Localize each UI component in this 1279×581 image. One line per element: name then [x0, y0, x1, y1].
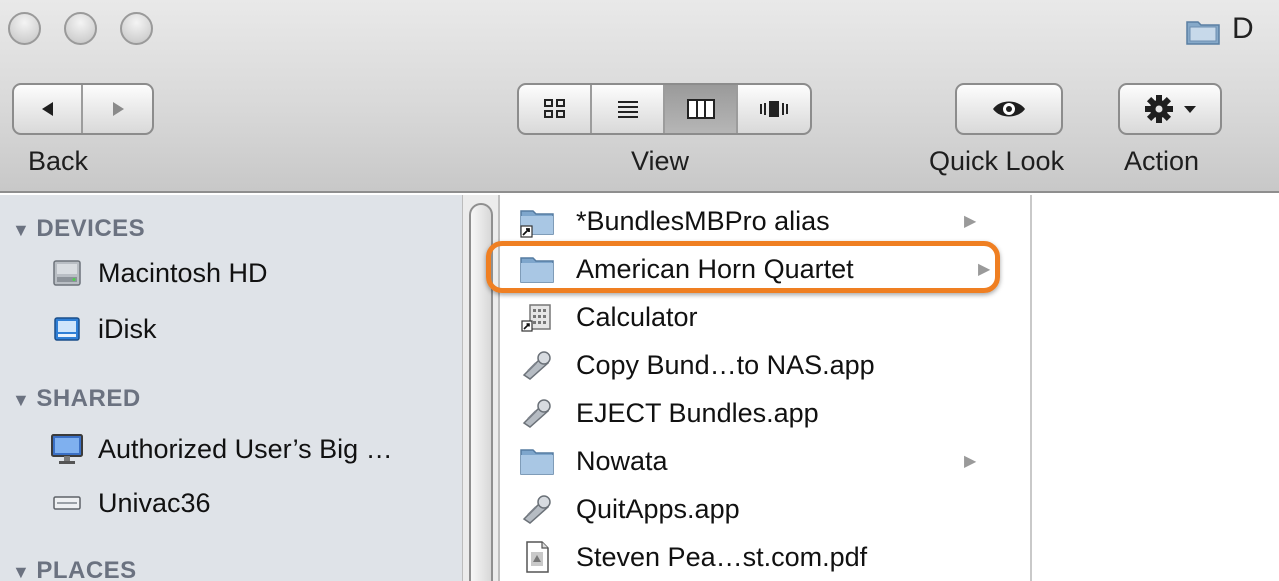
back-forward-control	[12, 83, 154, 135]
chevron-down-icon	[1184, 106, 1196, 113]
list-item[interactable]: EJECT Bundles.app	[518, 389, 1018, 437]
computer-icon	[50, 433, 84, 465]
back-arrow-icon	[41, 102, 53, 116]
list-item[interactable]: Calculator	[518, 293, 1018, 341]
quick-look-label: Quick Look	[929, 146, 1065, 176]
sidebar-item-univac36[interactable]: Univac36	[50, 485, 211, 521]
applescript-app-icon	[518, 492, 556, 526]
highlight-annotation	[486, 241, 1000, 293]
sidebar-item-authorized-users-big[interactable]: Authorized User’s Big …	[50, 431, 393, 467]
folder-alias-icon	[518, 204, 556, 238]
applescript-app-icon	[518, 396, 556, 430]
hard-drive-icon	[50, 257, 84, 289]
cover-flow-icon	[759, 101, 788, 117]
applescript-app-icon	[518, 348, 556, 382]
action-label: Action	[1124, 146, 1200, 176]
view-label: View	[631, 146, 690, 176]
folder-icon	[1186, 21, 1220, 45]
sidebar: ▼ DEVICES Macintosh HD iDisk ▼ SHARED Auth…	[0, 195, 462, 581]
window-title: D	[1232, 12, 1254, 45]
back-label: Back	[28, 146, 89, 176]
disclosure-arrow-icon: ▶	[964, 213, 977, 230]
zoom-window-button[interactable]	[120, 12, 153, 45]
cover-flow-button[interactable]	[738, 85, 810, 133]
disclosure-triangle-icon: ▼	[12, 220, 31, 240]
sidebar-heading-places[interactable]: ▼ PLACES	[12, 557, 137, 581]
folder-icon	[518, 444, 556, 478]
column-view-icon	[686, 99, 715, 119]
sidebar-heading-devices[interactable]: ▼ DEVICES	[12, 215, 145, 243]
forward-arrow-icon	[112, 102, 124, 116]
gear-icon	[1145, 95, 1173, 123]
sidebar-item-idisk[interactable]: iDisk	[50, 311, 157, 347]
list-item[interactable]: *BundlesMBPro alias ▶	[518, 197, 1018, 245]
quick-look-button[interactable]	[955, 83, 1063, 135]
list-view-button[interactable]	[592, 85, 665, 133]
list-item[interactable]: Copy Bund…to NAS.app	[518, 341, 1018, 389]
list-view-icon	[617, 101, 638, 118]
minimize-window-button[interactable]	[64, 12, 97, 45]
action-menu-button[interactable]	[1118, 83, 1222, 135]
column-resize-divider[interactable]	[1030, 195, 1032, 581]
forward-button[interactable]	[83, 85, 152, 133]
disclosure-arrow-icon: ▶	[964, 453, 977, 470]
idisk-icon	[50, 313, 84, 345]
network-drive-icon	[50, 487, 84, 519]
list-item[interactable]: QuitApps.app	[518, 485, 1018, 533]
pdf-document-icon	[518, 540, 556, 574]
list-item[interactable]: Nowata ▶	[518, 437, 1018, 485]
window-toolbar: D Back View Quick Look Action	[0, 0, 1279, 193]
icon-view-button[interactable]	[519, 85, 592, 133]
calculator-alias-icon	[518, 300, 556, 334]
list-item[interactable]: Steven Pea…st.com.pdf	[518, 533, 1018, 581]
eye-icon	[993, 101, 1025, 117]
view-selector	[517, 83, 812, 135]
disclosure-triangle-icon: ▼	[12, 562, 31, 581]
column-view-button[interactable]	[665, 85, 738, 133]
sidebar-heading-shared[interactable]: ▼ SHARED	[12, 385, 141, 413]
back-button[interactable]	[14, 85, 84, 133]
sidebar-item-macintosh-hd[interactable]: Macintosh HD	[50, 255, 268, 291]
disclosure-triangle-icon: ▼	[12, 390, 31, 410]
close-window-button[interactable]	[8, 12, 41, 45]
icon-view-icon	[543, 99, 565, 118]
